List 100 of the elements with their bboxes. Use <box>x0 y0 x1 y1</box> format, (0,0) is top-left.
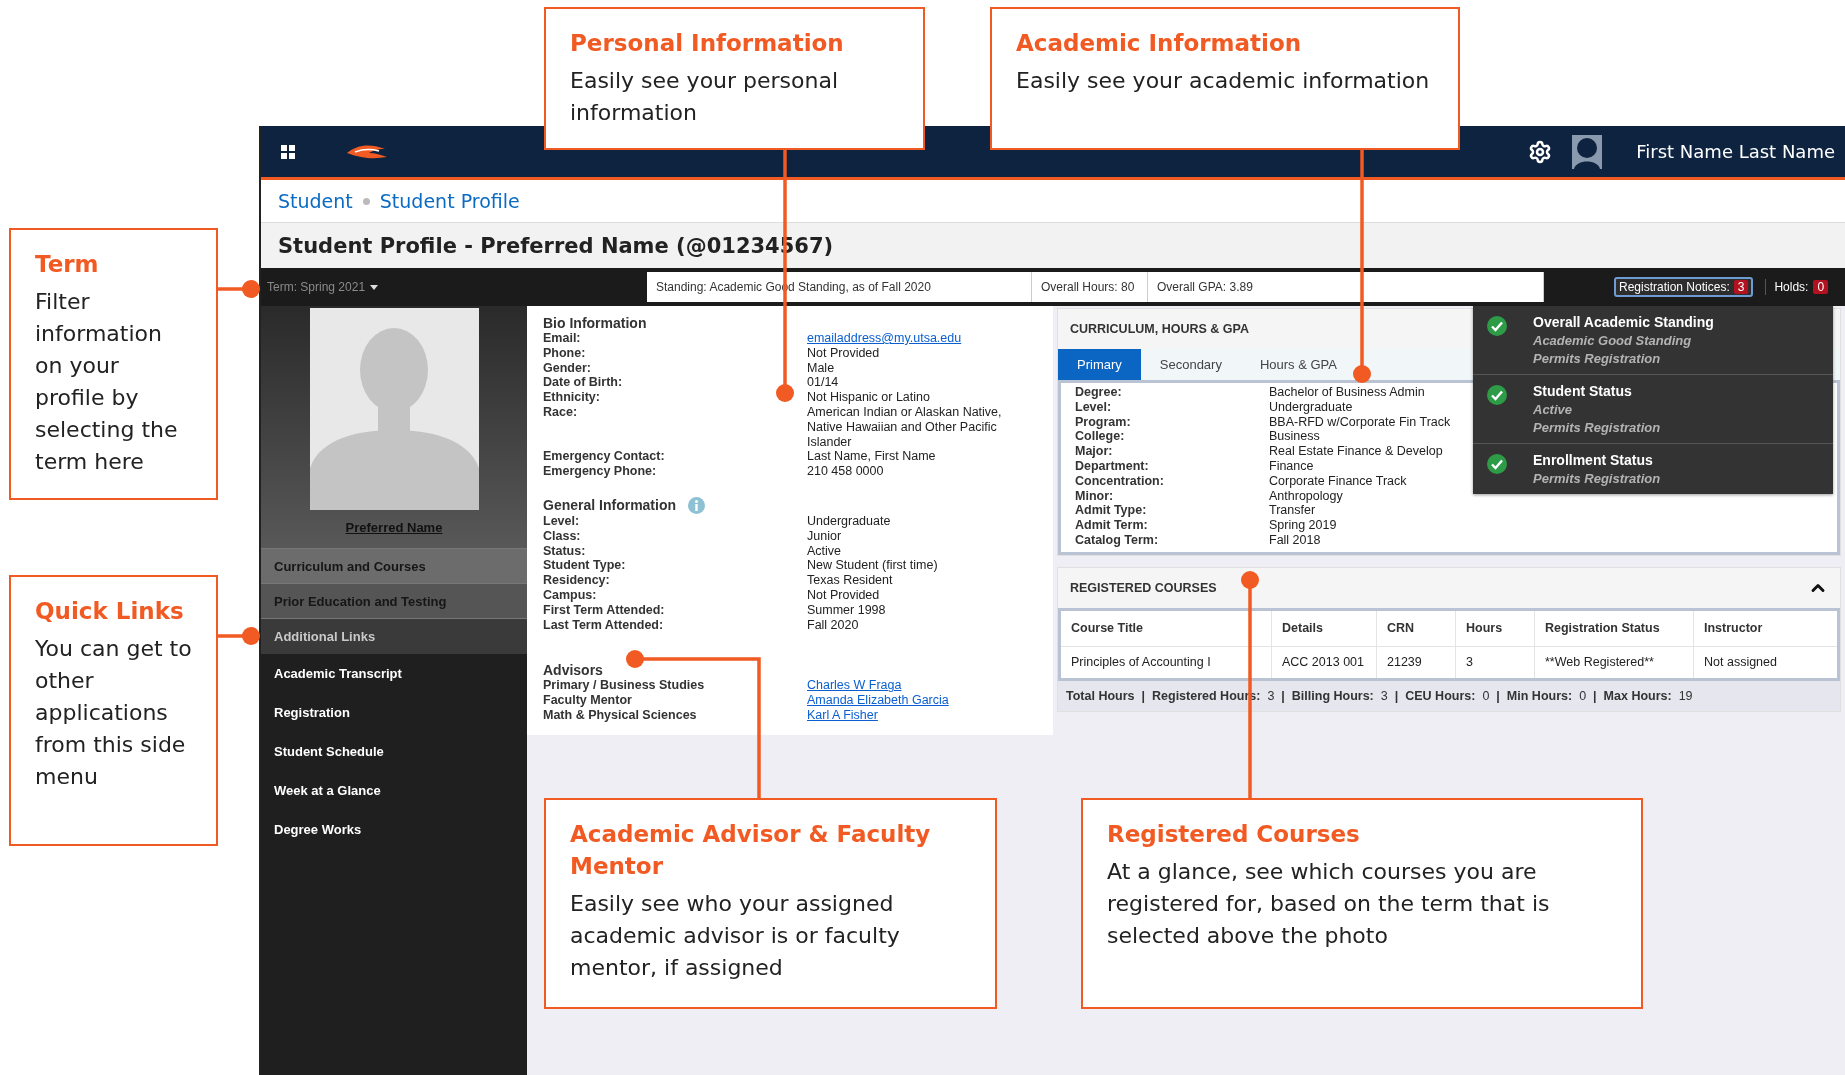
field-label: Level: <box>1075 399 1113 415</box>
check-icon <box>1487 385 1507 405</box>
field-label: Admit Term: <box>1075 518 1149 533</box>
section-title: Bio Information <box>543 315 647 331</box>
callout-title: Academic Information <box>1016 29 1303 58</box>
separator: | <box>1141 688 1146 703</box>
field-value: 210 458 0000 <box>807 464 885 479</box>
status-line: Active <box>1533 402 1574 417</box>
field-value: Transfer <box>1269 503 1317 519</box>
field-label: Emergency Phone: <box>543 464 658 479</box>
column-header: Registration Status <box>1534 609 1694 647</box>
field-value: Corporate Finance Track <box>1269 473 1408 489</box>
card-title: CURRICULUM, HOURS & GPA <box>1070 322 1249 336</box>
field-value: Bachelor of Business Admin <box>1269 385 1426 400</box>
total-value: 19 <box>1678 688 1693 703</box>
menu-item[interactable]: Registration <box>261 693 527 732</box>
card-title: REGISTERED COURSES <box>1070 580 1217 595</box>
total-label: Total Hours <box>1066 688 1135 703</box>
total-label: Min Hours: <box>1506 688 1573 703</box>
total-label: Max Hours: <box>1603 688 1672 703</box>
summary-cell: Overall Hours: 80 <box>1032 272 1148 302</box>
status-line: Permits Registration <box>1533 351 1662 366</box>
holds-button[interactable]: Holds: 0 <box>1765 279 1835 295</box>
field-label: Class: <box>543 528 582 544</box>
menu-heading[interactable]: Additional Links <box>261 618 527 654</box>
settings-icon[interactable] <box>1528 139 1553 164</box>
menu-item[interactable]: Academic Transcript <box>261 654 527 693</box>
field-label: Emergency Contact: <box>543 449 666 465</box>
column-header: Course Title <box>1059 609 1272 647</box>
grid-icon[interactable] <box>281 144 295 159</box>
column-header: Hours <box>1455 609 1535 647</box>
status-line: Permits Registration <box>1533 420 1661 435</box>
callout-title: Personal Information <box>570 29 845 58</box>
status-title: Enrollment Status <box>1533 452 1654 468</box>
registration-notices-button[interactable]: Registration Notices: 3 <box>1614 277 1754 297</box>
field-value: BBA-RFD w/Corporate Fin Track <box>1269 414 1452 430</box>
field-label: Department: <box>1075 459 1150 474</box>
field-value: Real Estate Finance & Develop <box>1269 444 1444 459</box>
field-label: Concentration: <box>1075 473 1165 489</box>
summary-cell: Overall GPA: 3.89 <box>1148 272 1544 302</box>
callout-title: Registered Courses <box>1107 820 1361 849</box>
check-icon <box>1487 316 1507 336</box>
callout-text: Filter information on your profile by selecting the term here <box>35 288 179 476</box>
section-title: General Information <box>543 497 677 514</box>
field-value: Junior <box>807 528 843 544</box>
field-value: Undergraduate <box>1269 399 1354 415</box>
callout-title: Term <box>35 250 100 279</box>
term-dropdown[interactable]: Term: Spring 2021 <box>261 280 647 294</box>
field-link[interactable]: emailaddress@my.utsa.edu <box>807 331 962 345</box>
callout-text: At a glance, see which courses you are registered for, based on the term that is selected above the photo <box>1107 858 1551 950</box>
menu-item[interactable]: Degree Works <box>261 810 527 849</box>
field-value: Not Provided <box>807 345 881 361</box>
field-label: College: <box>1075 429 1126 445</box>
status-title: Student Status <box>1533 383 1633 399</box>
user-name[interactable]: First Name Last Name <box>1636 141 1835 162</box>
field-link[interactable]: Charles W Fraga <box>807 678 902 693</box>
field-label: Primary / Business Studies <box>543 678 706 694</box>
field-label: First Term Attended: <box>543 602 666 618</box>
tab[interactable]: Secondary <box>1140 349 1241 380</box>
field-label: Catalog Term: <box>1075 532 1160 548</box>
field-label: Campus: <box>543 587 598 603</box>
field-label: Student Type: <box>543 558 627 574</box>
status-line: Permits Registration <box>1533 471 1661 486</box>
separator: | <box>1593 688 1597 703</box>
field-link[interactable]: Amanda Elizabeth Garcia <box>807 693 949 708</box>
field-label: Gender: <box>543 360 592 376</box>
field-value: Texas Resident <box>807 573 894 588</box>
field-value: 01/14 <box>807 375 840 391</box>
field-value: Spring 2019 <box>1269 518 1338 533</box>
breadcrumb-link[interactable]: Student Profile <box>379 190 520 212</box>
field-label: Residency: <box>543 573 611 588</box>
total-value: 3 <box>1267 688 1275 703</box>
callout-title: Quick Links <box>35 597 185 626</box>
breadcrumb-link[interactable]: Student <box>278 190 353 212</box>
section-title: Advisors <box>543 662 603 679</box>
callout-title: Academic Advisor & Faculty Mentor <box>570 820 932 881</box>
field-value: Last Name, First Name <box>807 449 937 465</box>
field-label: Ethnicity: <box>543 390 601 405</box>
status-title: Overall Academic Standing <box>1533 314 1714 330</box>
field-value: American Indian or Alaskan Native, Native Hawaiian and Other Pacific Islander <box>807 405 1003 450</box>
total-value: 3 <box>1380 688 1388 703</box>
field-value: Active <box>807 543 843 559</box>
field-link[interactable]: Karl A Fisher <box>807 707 878 722</box>
separator: | <box>1394 688 1399 703</box>
caret-icon[interactable] <box>370 284 379 290</box>
tab[interactable]: Hours & GPA <box>1240 349 1356 380</box>
total-value: 0 <box>1482 688 1490 703</box>
field-label: Major: <box>1075 444 1114 459</box>
callout-text: Easily see who your assigned academic advisor is or faculty mentor, if assigned <box>570 890 901 982</box>
field-label: Level: <box>543 513 581 529</box>
field-value: Finance <box>1269 459 1315 474</box>
field-value: Fall 2018 <box>1269 532 1322 548</box>
field-value: Summer 1998 <box>807 602 887 618</box>
field-value: Not Hispanic or Latino <box>807 390 931 405</box>
tab[interactable]: Primary <box>1058 349 1141 380</box>
menu-item[interactable]: Week at a Glance <box>261 771 527 810</box>
menu-item[interactable]: Student Schedule <box>261 732 527 771</box>
field-label: Email: <box>543 331 582 346</box>
avatar-icon[interactable] <box>1572 134 1603 169</box>
field-value: Male <box>807 360 836 376</box>
